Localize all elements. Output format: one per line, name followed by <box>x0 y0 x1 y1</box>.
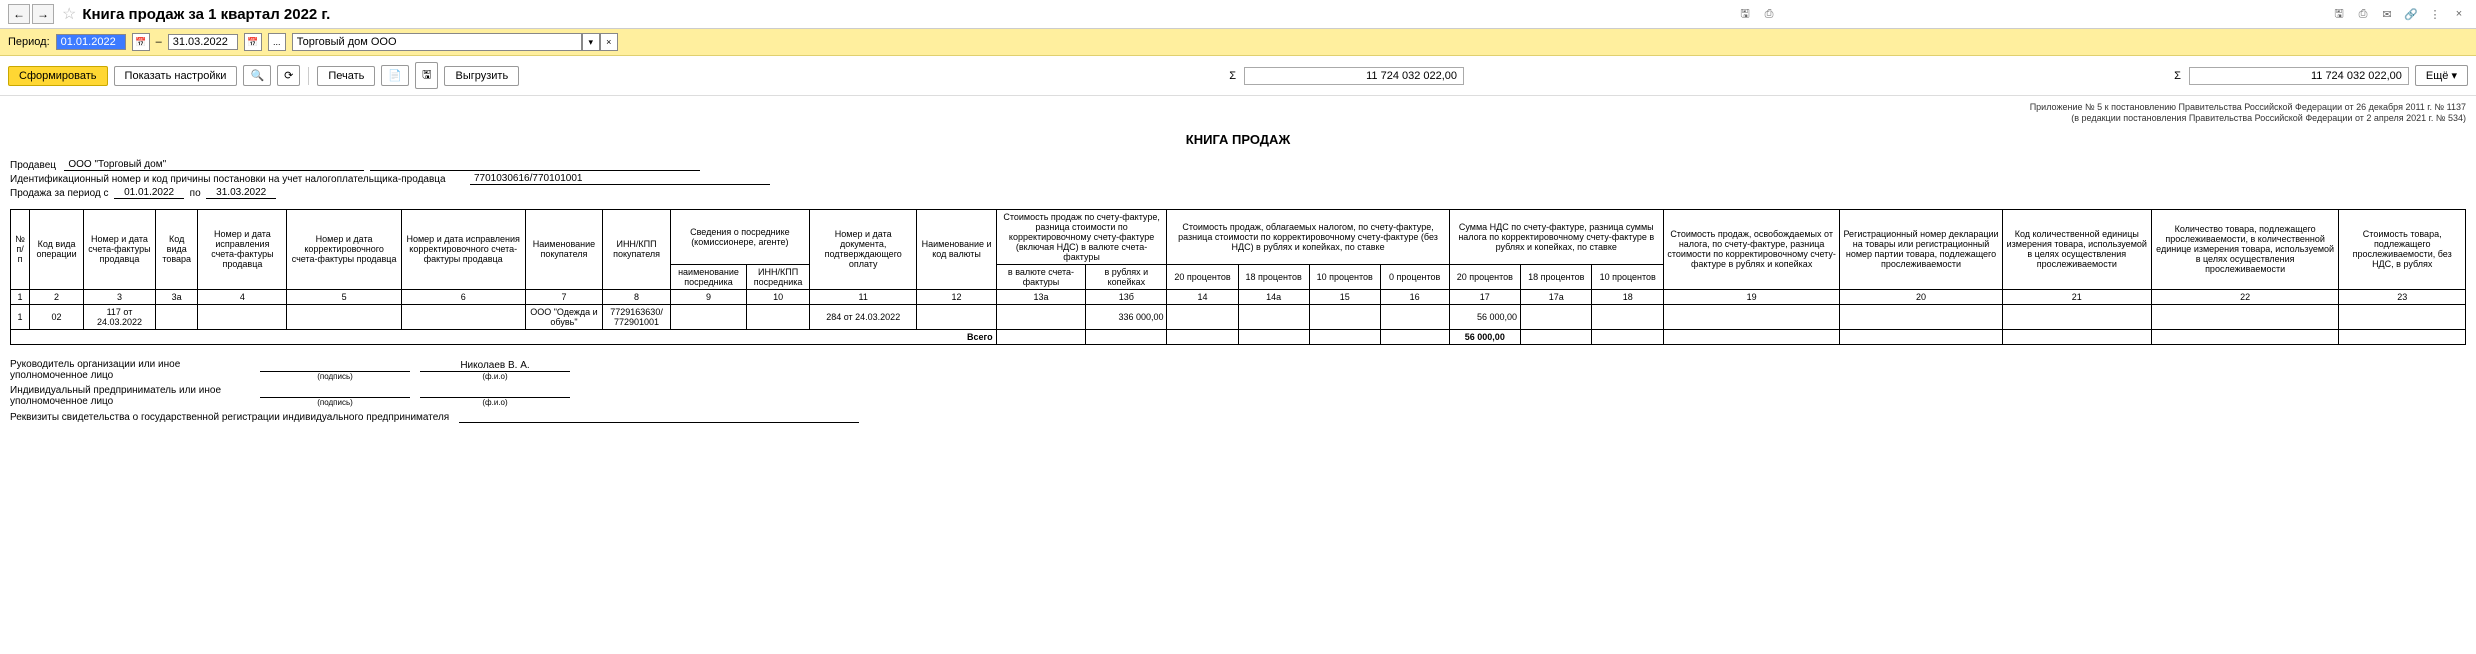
date-to-input[interactable] <box>168 34 238 50</box>
col-1: № п/п <box>11 209 30 289</box>
total-row: Всего 56 000,00 <box>11 329 2466 344</box>
form-button[interactable]: Сформировать <box>8 66 108 86</box>
col-13g: Стоимость продаж по счету-фактуре, разни… <box>996 209 1167 264</box>
col-13b: в рублях и копейках <box>1086 264 1167 289</box>
col-8: ИНН/КПП покупателя <box>603 209 671 289</box>
head-sig-label: Руководитель организации или иное уполно… <box>10 359 250 381</box>
col-3: Номер и дата счета-фактуры продавца <box>83 209 155 289</box>
save2-icon[interactable]: 🖫 <box>2330 5 2348 23</box>
more-button[interactable]: Ещё ▾ <box>2415 65 2468 86</box>
period-to-label: по <box>190 188 201 199</box>
settings-button[interactable]: Показать настройки <box>114 66 238 86</box>
period-to: 31.03.2022 <box>206 187 276 199</box>
col-5: Номер и дата корректировочного счета-фак… <box>287 209 401 289</box>
print-icon[interactable]: ⎙ <box>1760 5 1778 23</box>
print2-icon[interactable]: ⎙ <box>2354 5 2372 23</box>
org-dropdown-icon[interactable]: ▾ <box>582 33 600 51</box>
refresh-button[interactable]: ⟳ <box>277 65 300 86</box>
save-button[interactable]: 🖫 <box>415 62 438 89</box>
col-17g: Сумма НДС по счету-фактуре, разница сумм… <box>1449 209 1663 264</box>
inn-label: Идентификационный номер и код причины по… <box>10 174 430 185</box>
sales-book-table: № п/п Код вида операции Номер и дата сче… <box>10 209 2466 345</box>
col-23: Стоимость товара, подлежащего прослежива… <box>2339 209 2466 289</box>
close-icon[interactable]: × <box>2450 5 2468 23</box>
col-18: 10 процентов <box>1592 264 1663 289</box>
sigma1-icon: Σ <box>1229 70 1236 82</box>
col-15: 10 процентов <box>1309 264 1380 289</box>
preview-button[interactable]: 📄 <box>381 65 409 86</box>
save-icon[interactable]: 🖫 <box>1736 5 1754 23</box>
sum2-input[interactable] <box>2189 67 2409 85</box>
col-13a: в валюте счета-фактуры <box>996 264 1086 289</box>
report-title: КНИГА ПРОДАЖ <box>10 132 2466 147</box>
col-17: 20 процентов <box>1449 264 1520 289</box>
col-3a: Код вида товара <box>155 209 197 289</box>
period-from: 01.01.2022 <box>114 187 184 199</box>
req-label: Реквизиты свидетельства о государственно… <box>10 412 449 423</box>
forward-button[interactable]: → <box>32 4 54 24</box>
back-button[interactable]: ← <box>8 4 30 24</box>
export-button[interactable]: Выгрузить <box>444 66 519 86</box>
col-14: 20 процентов <box>1167 264 1238 289</box>
col-14a: 18 процентов <box>1238 264 1309 289</box>
org-input[interactable] <box>292 33 582 51</box>
col-19: Стоимость продаж, освобождаемых от налог… <box>1663 209 1839 289</box>
ip-sig-label: Индивидуальный предприниматель или иное … <box>10 385 250 407</box>
print-button[interactable]: Печать <box>317 66 375 86</box>
period-from-label: Продажа за период с <box>10 188 109 199</box>
find-button[interactable]: 🔍 <box>243 65 271 86</box>
sigma2-icon: Σ <box>2174 70 2181 82</box>
col-20: Регистрационный номер декларации на това… <box>1840 209 2002 289</box>
col-17a: 18 процентов <box>1521 264 1592 289</box>
table-row: 1 02 117 от 24.03.2022 ООО "Одежда и обу… <box>11 304 2466 329</box>
col-16: 0 процентов <box>1380 264 1449 289</box>
org-clear-icon[interactable]: × <box>600 33 618 51</box>
col-4: Номер и дата исправления счета-фактуры п… <box>198 209 287 289</box>
page-title: Книга продаж за 1 квартал 2022 г. <box>82 6 1736 23</box>
col-11: Номер и дата документа, подтверждающего … <box>809 209 917 289</box>
col-22: Количество товара, подлежащего прослежив… <box>2151 209 2339 289</box>
period-select-button[interactable]: ... <box>268 33 286 51</box>
col-6: Номер и дата исправления корректировочно… <box>401 209 525 289</box>
link-icon[interactable]: 🔗 <box>2402 5 2420 23</box>
menu-icon[interactable]: ⋮ <box>2426 5 2444 23</box>
star-icon[interactable]: ☆ <box>62 4 76 24</box>
date-from-input[interactable] <box>56 34 126 50</box>
calendar-to-icon[interactable]: 📅 <box>244 33 262 51</box>
calendar-from-icon[interactable]: 📅 <box>132 33 150 51</box>
sum1-input[interactable] <box>1244 67 1464 85</box>
seller-inn: 7701030616/770101001 <box>470 173 770 185</box>
seller-label: Продавец <box>10 160 56 171</box>
col-12: Наименование и код валюты <box>917 209 996 289</box>
col-21: Код количественной единицы измерения тов… <box>2002 209 2151 289</box>
period-sep: – <box>156 36 162 48</box>
col-2: Код вида операции <box>30 209 84 289</box>
regulation-note: Приложение № 5 к постановлению Правитель… <box>10 102 2466 124</box>
col-10: ИНН/КПП посредника <box>747 264 810 289</box>
period-label: Период: <box>8 36 50 48</box>
col-9g: Сведения о посреднике (комиссионере, аге… <box>670 209 809 264</box>
head-name: Николаев В. А. <box>420 360 570 372</box>
mail-icon[interactable]: ✉ <box>2378 5 2396 23</box>
col-9: наименование посредника <box>670 264 746 289</box>
col-14g: Стоимость продаж, облагаемых налогом, по… <box>1167 209 1449 264</box>
seller-name: ООО "Торговый дом" <box>64 159 364 171</box>
col-7: Наименование покупателя <box>525 209 603 289</box>
